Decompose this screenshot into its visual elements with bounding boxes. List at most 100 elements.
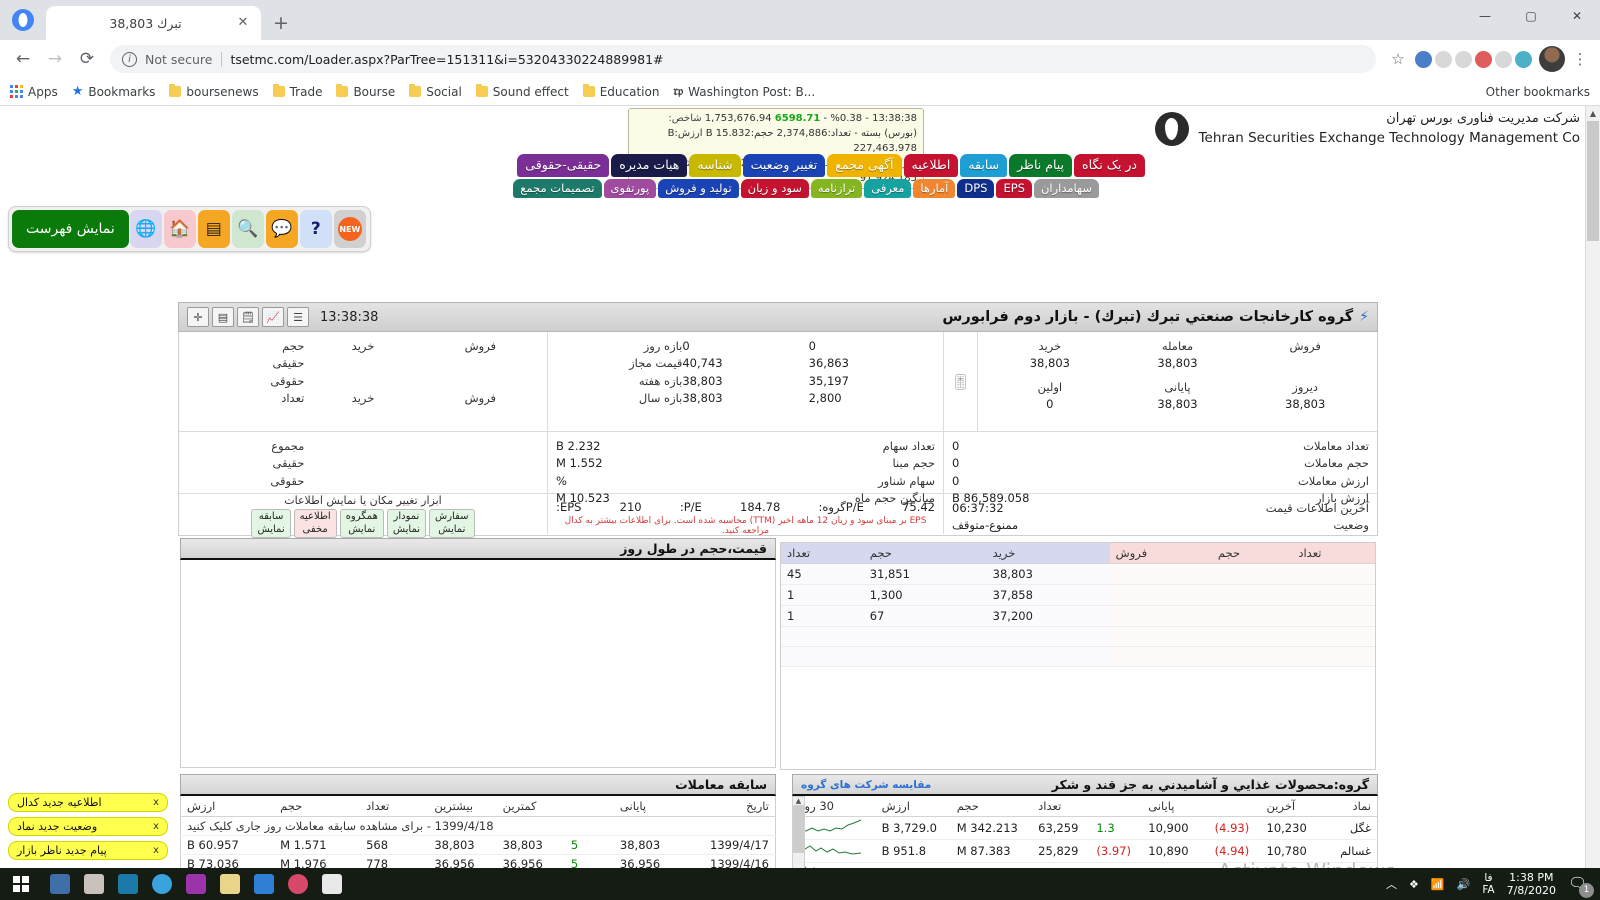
toast-kodal-announcement[interactable]: x اطلاعیه جدید کدال bbox=[8, 793, 168, 812]
nav-tab-identity[interactable]: شناسه bbox=[689, 154, 741, 177]
nav-tab-dps[interactable]: DPS bbox=[957, 178, 995, 199]
wifi-icon[interactable]: 📶 bbox=[1431, 878, 1445, 891]
nav-tab-profit-loss[interactable]: سود و زیان bbox=[740, 178, 809, 199]
extension-icon-3[interactable] bbox=[1455, 50, 1472, 68]
nav-tab-portfolio[interactable]: پورتفوی bbox=[603, 178, 657, 199]
apps-shortcut[interactable]: Apps bbox=[10, 85, 58, 99]
nav-tab-assembly-notice[interactable]: آگهی مجمع bbox=[827, 154, 902, 177]
tool-button-history[interactable]: سابقه نمایش bbox=[251, 509, 291, 538]
taskbar-icon-app6[interactable] bbox=[220, 874, 240, 894]
dropbox-icon[interactable]: ❖ bbox=[1409, 878, 1419, 891]
tool-button-chart[interactable]: نمودار نمایش bbox=[386, 509, 427, 538]
extension-icon-4[interactable] bbox=[1475, 50, 1492, 68]
add-icon[interactable]: ✛ bbox=[187, 307, 209, 327]
bookmark-item-trade[interactable]: Trade bbox=[272, 83, 322, 99]
order-book-row[interactable]: 37,200 67 1 bbox=[781, 605, 1375, 627]
taskbar-icon-explorer[interactable] bbox=[50, 874, 70, 894]
nav-tab-shareholders[interactable]: سهامداران bbox=[1033, 178, 1099, 199]
profile-avatar[interactable] bbox=[1539, 46, 1565, 72]
nav-tab-board[interactable]: هیات مدیره bbox=[611, 154, 688, 177]
forward-button[interactable]: → bbox=[40, 44, 70, 74]
reload-button[interactable]: ⟳ bbox=[72, 44, 102, 74]
page-scrollbar[interactable]: ▲ bbox=[1585, 106, 1600, 868]
tab-close-icon[interactable]: ✕ bbox=[235, 15, 251, 31]
bookmark-item-bookmarks[interactable]: ★ Bookmarks bbox=[72, 84, 156, 99]
bookmark-item-boursenews[interactable]: boursenews bbox=[169, 83, 259, 99]
cell-symbol[interactable]: غسالم bbox=[1326, 839, 1378, 863]
taskbar-icon-app2[interactable] bbox=[84, 874, 104, 894]
list-icon[interactable]: ☰ bbox=[287, 307, 309, 327]
nav-tab-at-a-glance[interactable]: در یک نگاه bbox=[1074, 154, 1145, 177]
bookmark-star-icon[interactable]: ☆ bbox=[1384, 50, 1412, 68]
back-button[interactable]: ← bbox=[8, 44, 38, 74]
toast-supervisor-message[interactable]: x پیام جدید ناظر بازار bbox=[8, 841, 168, 860]
nav-tab-introduction[interactable]: معرفی bbox=[864, 178, 912, 199]
browser-tab[interactable]: تبرك 38,803 ✕ bbox=[46, 6, 261, 40]
taskbar-icon-app5[interactable] bbox=[186, 874, 206, 894]
scroll-up-arrow[interactable]: ▲ bbox=[1586, 106, 1600, 121]
order-book-row[interactable]: 37,858 1,300 1 bbox=[781, 584, 1375, 606]
toast-close-icon[interactable]: x bbox=[153, 821, 159, 832]
extension-icon-2[interactable] bbox=[1435, 50, 1452, 68]
cell-symbol[interactable]: غگل bbox=[1326, 816, 1378, 840]
scroll-thumb[interactable] bbox=[1587, 121, 1599, 241]
table-row[interactable]: 1399/4/16 36,956 5 36,956 36,956 778 1.9… bbox=[180, 854, 776, 868]
tool-button-announcement[interactable]: اطلاعیه مخفی bbox=[293, 509, 337, 538]
nav-tab-assembly-decisions[interactable]: تصمیمات مجمع bbox=[513, 178, 602, 199]
show-list-button[interactable]: نمایش فهرست bbox=[12, 210, 129, 248]
chrome-menu-icon[interactable]: ⋮ bbox=[1568, 50, 1592, 68]
table-row[interactable]: 1399/4/17 38,803 5 38,803 38,803 568 1.5… bbox=[180, 835, 776, 855]
taskbar-icon-app3[interactable] bbox=[118, 874, 138, 894]
taskbar-clock[interactable]: 1:38 PM 7/8/2020 bbox=[1507, 871, 1556, 897]
language-indicator[interactable]: فا FA bbox=[1482, 872, 1494, 896]
nav-tab-production[interactable]: تولید و فروش bbox=[658, 178, 739, 199]
table-icon[interactable]: ▤ bbox=[197, 210, 230, 248]
help-icon[interactable]: ? bbox=[299, 210, 332, 248]
bookmark-item-bourse[interactable]: Bourse bbox=[336, 83, 395, 99]
bookmark-item-sound-effect[interactable]: Sound effect bbox=[475, 83, 569, 99]
address-bar[interactable]: i Not secure tsetmc.com/Loader.aspx?ParT… bbox=[110, 45, 1376, 73]
toast-symbol-status[interactable]: x وضعیت جدید نماد bbox=[8, 817, 168, 836]
site-info-icon[interactable]: i bbox=[122, 51, 137, 67]
day-chart-canvas[interactable] bbox=[180, 560, 776, 768]
notification-center-icon[interactable]: 🗨 1 bbox=[1568, 874, 1594, 898]
start-button[interactable] bbox=[0, 868, 42, 900]
trade-history-note-row[interactable]: 1399/4/18 - برای مشاهده سابقه معاملات رو… bbox=[180, 816, 776, 836]
nav-tab-real-legal[interactable]: حقیقی-حقوقی bbox=[517, 154, 610, 177]
new-icon[interactable]: NEW bbox=[333, 210, 366, 248]
minimize-button[interactable]: — bbox=[1462, 0, 1508, 32]
note-icon[interactable]: 🗒 bbox=[237, 307, 259, 327]
new-tab-button[interactable]: + bbox=[267, 9, 295, 37]
order-book-row[interactable] bbox=[781, 626, 1375, 647]
chevron-up-icon[interactable]: ︿ bbox=[1386, 876, 1397, 892]
copy-icon[interactable]: ▤ bbox=[212, 307, 234, 327]
volume-icon[interactable]: 🔊 bbox=[1457, 878, 1471, 891]
nav-tab-announcement[interactable]: اطلاعیه bbox=[903, 154, 959, 177]
globe-icon[interactable]: 🌐 bbox=[129, 210, 162, 248]
comment-icon[interactable]: 💬 bbox=[265, 210, 298, 248]
taskbar-icon-app9[interactable] bbox=[322, 874, 342, 894]
close-window-button[interactable]: ✕ bbox=[1554, 0, 1600, 32]
taskbar-icon-app7[interactable] bbox=[254, 874, 274, 894]
nav-tab-eps[interactable]: EPS bbox=[996, 178, 1032, 199]
extension-icon-6[interactable] bbox=[1515, 50, 1532, 68]
taskbar-icon-app8[interactable] bbox=[288, 874, 308, 894]
other-bookmarks[interactable]: Other bookmarks bbox=[1481, 85, 1590, 99]
nav-tab-supervisor-msg[interactable]: پیام ناظر bbox=[1009, 154, 1073, 177]
bookmark-item-washington-post[interactable]: 𝔯𝔭 Washington Post: B... bbox=[673, 84, 815, 99]
search-icon[interactable]: 🔍 bbox=[231, 210, 264, 248]
nav-tab-statistics[interactable]: آمارها bbox=[913, 178, 956, 199]
home-icon[interactable]: 🏠 bbox=[163, 210, 196, 248]
tool-button-group[interactable]: همگروه نمایش bbox=[339, 509, 384, 538]
tool-button-order[interactable]: سفارش نمایش bbox=[429, 509, 475, 538]
taskbar-icon-chrome[interactable] bbox=[152, 874, 172, 894]
nav-tab-status-change[interactable]: تغییر وضعیت bbox=[742, 154, 826, 177]
table-row[interactable]: غسالم 10,780 (4.94) 10,890 (3.97) 25,829… bbox=[792, 839, 1378, 863]
order-book-row[interactable] bbox=[781, 646, 1375, 667]
nav-tab-history[interactable]: سابقه bbox=[960, 154, 1008, 177]
chart-icon[interactable]: 📈 bbox=[262, 307, 284, 327]
equalizer-icon[interactable]: 🎚 bbox=[951, 373, 970, 391]
bookmark-item-social[interactable]: Social bbox=[409, 83, 462, 99]
toast-close-icon[interactable]: x bbox=[153, 797, 159, 808]
maximize-button[interactable]: ▢ bbox=[1508, 0, 1554, 32]
